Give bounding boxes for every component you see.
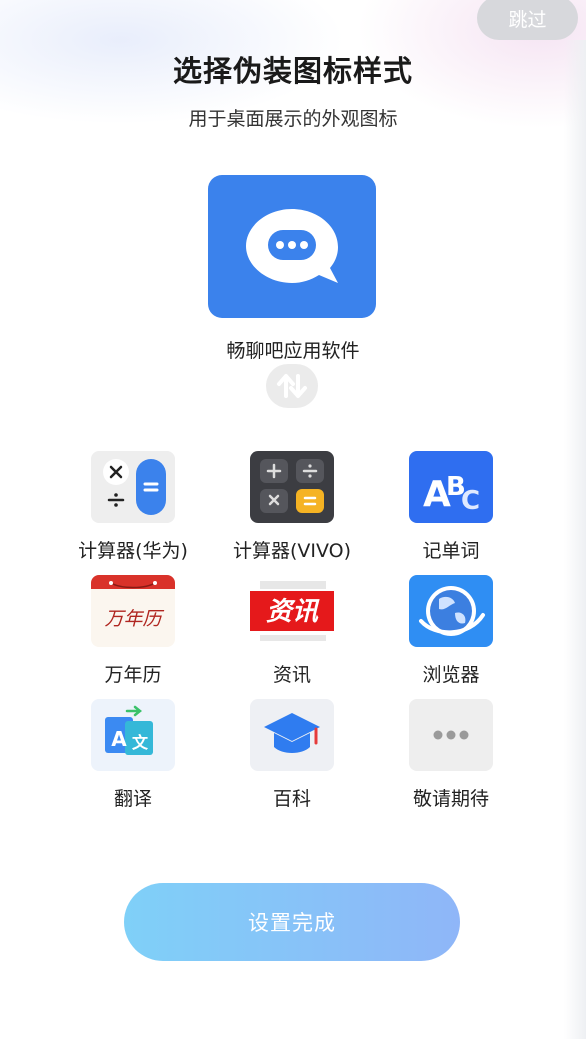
page-title: 选择伪装图标样式: [172, 54, 413, 88]
graduation-cap-icon: [264, 713, 320, 753]
option-translate[interactable]: A 文: [91, 699, 175, 771]
chat-bubble-icon: [246, 209, 338, 283]
svg-text:A: A: [111, 727, 127, 751]
option-label: 浏览器: [422, 664, 480, 686]
calculator-huawei-icon: [103, 459, 166, 515]
page-subtitle: 用于桌面展示的外观图标: [188, 108, 398, 130]
svg-text:文: 文: [132, 733, 149, 752]
edge-shadow: [564, 40, 586, 1039]
option-calendar[interactable]: 万年历: [91, 575, 175, 647]
option-calculator-vivo[interactable]: [250, 451, 334, 523]
option-label: 百科: [272, 788, 311, 810]
svg-text:万年历: 万年历: [104, 608, 164, 630]
current-app-label: 畅聊吧应用软件: [226, 340, 360, 362]
option-news[interactable]: 资讯: [250, 575, 334, 647]
option-label: 计算器(华为): [78, 540, 188, 562]
svg-text:资讯: 资讯: [266, 597, 320, 627]
option-encyclopedia[interactable]: [250, 699, 334, 771]
translate-icon: A 文: [105, 705, 153, 755]
more-dots-icon: [433, 730, 469, 740]
option-coming-soon[interactable]: [409, 699, 493, 771]
option-label: 翻译: [113, 788, 152, 810]
option-label: 资讯: [272, 664, 311, 686]
option-browser[interactable]: [409, 575, 493, 647]
option-words[interactable]: A B C: [409, 451, 493, 523]
news-icon: 资讯: [250, 581, 334, 641]
skip-button[interactable]: 跳过: [477, 0, 578, 40]
svg-text:C: C: [461, 486, 480, 516]
option-calculator-huawei[interactable]: [91, 451, 175, 523]
current-app-icon: [208, 175, 376, 318]
abc-words-icon: A B C: [423, 472, 480, 516]
option-label: 敬请期待: [412, 788, 489, 810]
done-button[interactable]: 设置完成: [124, 883, 460, 961]
globe-icon: [419, 586, 485, 636]
option-label: 记单词: [422, 540, 480, 562]
calendar-icon: 万年历: [91, 575, 175, 630]
swap-arrows-icon: [277, 374, 307, 398]
option-label: 计算器(VIVO): [232, 540, 352, 562]
calculator-vivo-icon: [260, 459, 324, 513]
swap-button[interactable]: [266, 364, 318, 408]
option-label: 万年历: [104, 664, 162, 686]
